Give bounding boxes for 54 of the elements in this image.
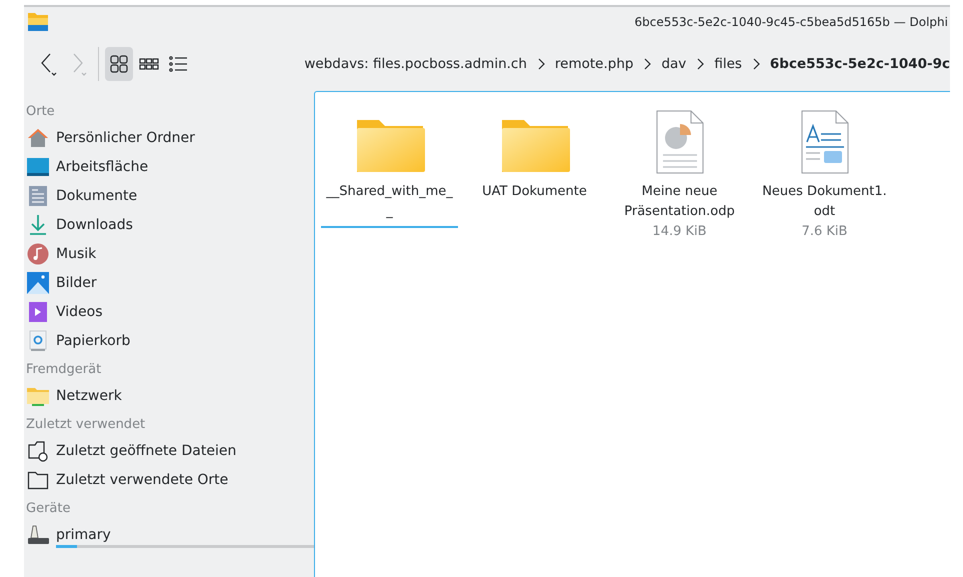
breadcrumb-item[interactable]: remote.php [554,56,634,72]
recent-file-icon [27,440,49,462]
chevron-icon [752,58,760,70]
place-item[interactable]: Videos [24,297,314,326]
place-item[interactable]: Netzwerk [24,381,314,410]
chevron-icon [696,58,704,70]
place-item[interactable]: Bilder [24,268,314,297]
file-name: Neues Dokument1. odt [762,183,887,221]
place-item[interactable]: Persönlicher Ordner [24,123,314,152]
icon-view-icon [108,54,129,74]
breadcrumb-item[interactable]: 6bce553c-5e2c-1040-9c [770,56,950,72]
section-heading: Zuletzt verwendet [25,416,146,434]
breadcrumb-item[interactable]: webdavs: files.pocboss.admin.ch [304,56,527,72]
place-item[interactable]: Papierkorb [24,326,314,355]
section-heading: Geräte [25,500,72,518]
file-item[interactable]: Neues Dokument1. odt 7.6 KiB [756,106,893,248]
desktop-icon [27,156,49,178]
place-item[interactable]: primary [24,520,314,549]
file-name: Meine neue Präsentation.odp [623,183,736,221]
place-item[interactable]: Zuletzt verwendete Orte [24,465,314,494]
place-item[interactable]: Downloads [24,210,314,239]
document-icon [27,184,49,206]
place-item[interactable]: Arbeitsfläche [24,152,314,181]
section-heading: Fremdgerät [25,360,102,378]
folder-icon [354,118,424,174]
chevron-icon [536,58,545,70]
file-item[interactable]: __Shared_with_me_ _ [321,106,458,228]
place-item[interactable]: Zuletzt geöffnete Dateien [24,436,314,465]
folder-icon [27,12,49,32]
presentation-file-icon [656,110,704,174]
file-item[interactable]: Meine neue Präsentation.odp 14.9 KiB [611,106,748,248]
file-name: __Shared_with_me_ _ [326,183,453,221]
file-item[interactable]: UAT Dokumente [466,106,603,208]
home-icon [27,126,49,148]
chevron-icon [643,58,652,70]
text-document-icon [800,110,848,174]
section-heading: Orte [25,102,56,120]
drive-icon [27,524,49,546]
place-item[interactable]: Musik [24,239,314,268]
breadcrumb-item[interactable]: dav [661,56,686,72]
trash-icon [27,330,49,352]
video-icon [27,300,49,322]
music-icon [27,242,49,264]
file-size: 7.6 KiB [802,223,848,241]
download-icon [27,214,49,236]
file-size: 14.9 KiB [652,223,707,241]
place-item[interactable]: Dokumente [24,181,314,210]
list-view-icon [168,54,188,74]
picture-icon [27,272,49,294]
window-title: 6bce553c-5e2c-1040-9c45-c5bea5d5165b — Dolphi [634,15,949,29]
folder-icon [500,118,570,174]
file-name: UAT Dokumente [482,183,587,201]
breadcrumb-item[interactable]: files [714,56,742,72]
view-mode-button[interactable] [104,47,133,81]
